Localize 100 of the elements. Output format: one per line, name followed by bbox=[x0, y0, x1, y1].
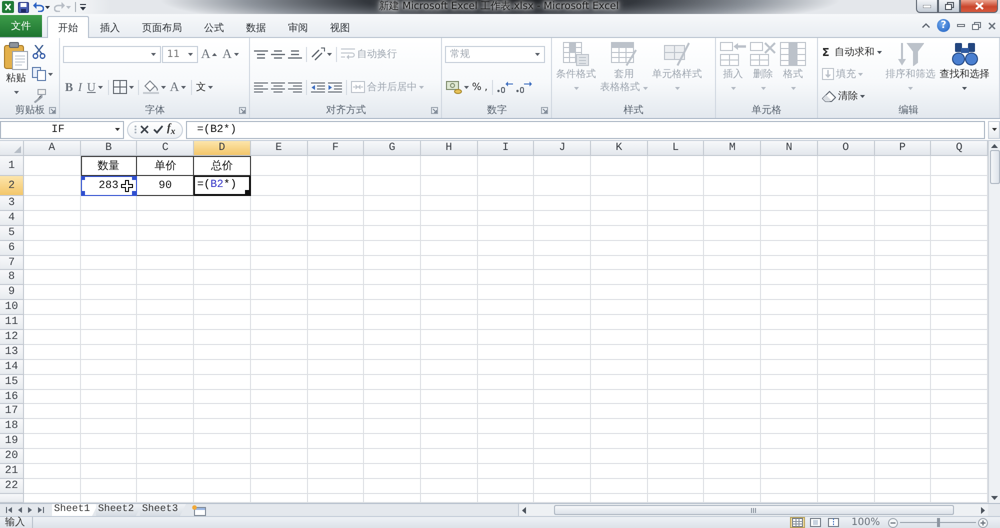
spreadsheet-cell[interactable] bbox=[874, 374, 932, 390]
spreadsheet-cell[interactable] bbox=[478, 464, 534, 479]
row-header[interactable]: 16 bbox=[0, 390, 24, 404]
spreadsheet-cell[interactable] bbox=[818, 196, 875, 211]
spreadsheet-cell[interactable] bbox=[478, 210, 534, 226]
spreadsheet-logo-icon[interactable] bbox=[2, 1, 14, 13]
row-header[interactable]: 14 bbox=[0, 360, 24, 375]
spreadsheet-cell[interactable] bbox=[874, 270, 932, 286]
scroll-right-icon[interactable] bbox=[981, 506, 985, 514]
spreadsheet-cell[interactable] bbox=[648, 464, 704, 479]
spreadsheet-cell[interactable] bbox=[648, 434, 704, 450]
font-name-field[interactable] bbox=[63, 46, 161, 62]
spreadsheet-cell[interactable] bbox=[931, 196, 988, 211]
customize-toolbar-icon[interactable] bbox=[80, 4, 86, 10]
spreadsheet-cell[interactable] bbox=[250, 240, 308, 256]
spreadsheet-cell[interactable] bbox=[704, 478, 762, 494]
spreadsheet-cell[interactable] bbox=[250, 330, 308, 345]
row-header[interactable]: 15 bbox=[0, 374, 24, 390]
ribbon-tab[interactable]: 页面布局 bbox=[131, 16, 193, 38]
spreadsheet-cell[interactable] bbox=[24, 226, 81, 241]
spreadsheet-cell[interactable] bbox=[364, 176, 421, 196]
spreadsheet-cell[interactable] bbox=[761, 374, 818, 390]
spreadsheet-cell[interactable] bbox=[364, 210, 421, 226]
spreadsheet-cell[interactable] bbox=[931, 419, 988, 434]
row-header[interactable]: 19 bbox=[0, 434, 24, 450]
page-break-preview-button[interactable] bbox=[826, 517, 842, 528]
spreadsheet-cell[interactable] bbox=[80, 464, 138, 479]
spreadsheet-cell[interactable] bbox=[420, 434, 478, 450]
spreadsheet-cell[interactable] bbox=[364, 285, 421, 300]
column-header[interactable]: I bbox=[478, 141, 534, 156]
ribbon-tab[interactable]: 数据 bbox=[235, 16, 277, 38]
spreadsheet-cell[interactable] bbox=[478, 226, 534, 241]
spreadsheet-cell[interactable] bbox=[80, 196, 138, 211]
spreadsheet-cell[interactable] bbox=[420, 315, 478, 330]
spreadsheet-cell[interactable] bbox=[874, 434, 932, 450]
scrollbar-thumb[interactable] bbox=[990, 150, 1000, 184]
spreadsheet-cell[interactable] bbox=[137, 240, 194, 256]
spreadsheet-cell[interactable] bbox=[648, 390, 704, 404]
column-header[interactable]: D bbox=[194, 141, 251, 156]
spreadsheet-cell[interactable] bbox=[931, 176, 988, 196]
spreadsheet-cell[interactable] bbox=[591, 256, 648, 270]
column-header[interactable]: G bbox=[364, 141, 421, 156]
spreadsheet-cell[interactable] bbox=[761, 360, 818, 375]
row-header[interactable]: 9 bbox=[0, 285, 24, 300]
spreadsheet-cell[interactable]: 总价 bbox=[194, 156, 251, 176]
spreadsheet-cell[interactable] bbox=[704, 374, 762, 390]
borders-button[interactable] bbox=[112, 77, 135, 97]
spreadsheet-cell[interactable] bbox=[24, 360, 81, 375]
spreadsheet-cell[interactable] bbox=[931, 478, 988, 494]
spreadsheet-cell[interactable] bbox=[704, 390, 762, 404]
spreadsheet-cell[interactable] bbox=[308, 196, 364, 211]
shrink-font-button[interactable]: A bbox=[220, 44, 241, 64]
clear-button[interactable]: 清除 bbox=[821, 86, 883, 106]
spreadsheet-cell[interactable] bbox=[308, 300, 364, 316]
spreadsheet-cell[interactable] bbox=[24, 390, 81, 404]
column-header[interactable]: E bbox=[250, 141, 308, 156]
spreadsheet-cell[interactable] bbox=[761, 404, 818, 420]
spreadsheet-cell[interactable] bbox=[308, 360, 364, 375]
percent-button[interactable]: % bbox=[471, 77, 483, 97]
comma-button[interactable]: , bbox=[484, 77, 489, 97]
close-icon[interactable] bbox=[988, 22, 996, 30]
zoom-out-icon[interactable] bbox=[888, 518, 898, 528]
spreadsheet-cell[interactable] bbox=[478, 270, 534, 286]
spreadsheet-cell[interactable] bbox=[137, 404, 194, 420]
spreadsheet-cell[interactable] bbox=[818, 285, 875, 300]
spreadsheet-cell[interactable] bbox=[478, 390, 534, 404]
zoom-level-text[interactable]: 100% bbox=[841, 517, 888, 528]
ribbon-tab[interactable]: 审阅 bbox=[277, 16, 319, 38]
spreadsheet-cell[interactable] bbox=[648, 270, 704, 286]
sheet-tab[interactable]: Sheet1 bbox=[52, 504, 98, 516]
page-layout-button[interactable] bbox=[808, 517, 824, 528]
spreadsheet-cell[interactable] bbox=[137, 390, 194, 404]
font-color-button[interactable]: A bbox=[168, 77, 188, 97]
undo-button[interactable] bbox=[33, 0, 50, 14]
spreadsheet-cell[interactable] bbox=[194, 449, 251, 464]
spreadsheet-cell[interactable] bbox=[250, 226, 308, 241]
spreadsheet-cell[interactable] bbox=[24, 449, 81, 464]
column-header[interactable]: N bbox=[761, 141, 818, 156]
spreadsheet-cell[interactable] bbox=[24, 156, 81, 176]
column-header[interactable]: M bbox=[704, 141, 762, 156]
spreadsheet-cell[interactable] bbox=[874, 390, 932, 404]
spreadsheet-cell[interactable] bbox=[931, 156, 988, 176]
spreadsheet-cell[interactable] bbox=[704, 344, 762, 360]
spreadsheet-cell[interactable] bbox=[478, 240, 534, 256]
minimize-button[interactable] bbox=[916, 0, 938, 13]
sheet-tab[interactable]: Sheet2 bbox=[96, 504, 142, 516]
spreadsheet-cell[interactable] bbox=[874, 196, 932, 211]
spreadsheet-cell[interactable] bbox=[534, 360, 592, 375]
spreadsheet-cell[interactable] bbox=[704, 360, 762, 375]
spreadsheet-cell[interactable] bbox=[591, 300, 648, 316]
spreadsheet-cell[interactable] bbox=[80, 449, 138, 464]
spreadsheet-cell[interactable] bbox=[364, 419, 421, 434]
row-header[interactable]: 1 bbox=[0, 156, 24, 176]
spreadsheet-cell[interactable] bbox=[137, 270, 194, 286]
spreadsheet-cell[interactable] bbox=[420, 156, 478, 176]
spreadsheet-cell[interactable] bbox=[534, 270, 592, 286]
spreadsheet-cell[interactable] bbox=[931, 330, 988, 345]
spreadsheet-cell[interactable] bbox=[591, 344, 648, 360]
spreadsheet-cell[interactable] bbox=[761, 464, 818, 479]
expand-formula-button[interactable] bbox=[988, 120, 1000, 138]
